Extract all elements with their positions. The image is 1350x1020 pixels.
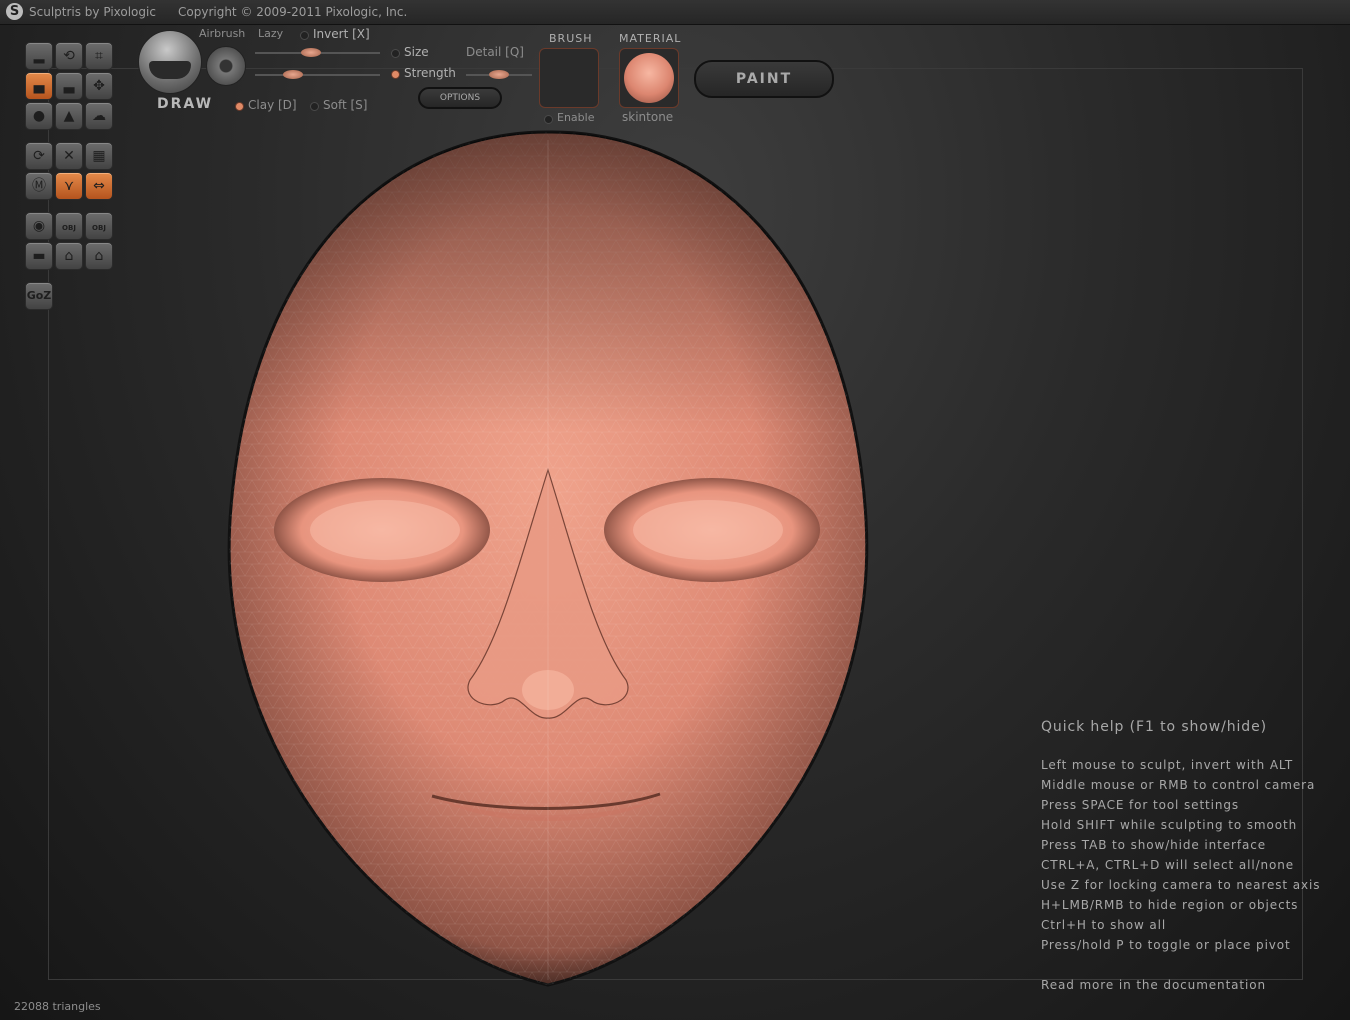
brush-swatch[interactable] <box>539 48 599 108</box>
airbrush-label: Airbrush <box>199 27 246 40</box>
material-header: MATERIAL <box>619 32 682 45</box>
reduce-tool[interactable]: ⟳ <box>25 142 53 170</box>
quick-help-line: Ctrl+H to show all <box>1041 918 1167 932</box>
material-name: skintone <box>622 110 674 124</box>
options-button[interactable]: OPTIONS <box>418 87 502 109</box>
mirror-toggle[interactable]: ⇔ <box>85 172 113 200</box>
tool-name: DRAW <box>157 96 214 112</box>
triangle-count: 22088 triangles <box>14 1000 101 1013</box>
invert-radio[interactable] <box>300 31 309 40</box>
quick-help-line: H+LMB/RMB to hide region or objects <box>1041 898 1299 912</box>
detail-slider-knob[interactable] <box>489 70 509 79</box>
size-radio[interactable] <box>391 49 400 58</box>
size-label[interactable]: Size <box>404 45 429 59</box>
quick-help-line: Hold SHIFT while sculpting to smooth <box>1041 818 1298 832</box>
strength-slider-knob[interactable] <box>282 70 303 79</box>
paint-button[interactable]: PAINT <box>694 60 834 98</box>
mask-tool[interactable]: ✕ <box>55 142 83 170</box>
clay-radio[interactable] <box>235 102 244 111</box>
smooth-tool[interactable]: ☁ <box>85 102 113 130</box>
rotate-tool[interactable]: ⟲ <box>55 42 83 70</box>
goz-button[interactable]: GoZ <box>25 282 53 310</box>
inflate-tool[interactable]: ▃ <box>55 72 83 100</box>
grab-tool[interactable]: ● <box>25 102 53 130</box>
material-sphere-icon <box>624 53 674 103</box>
airbrush-toggle-icon[interactable] <box>206 46 246 86</box>
flatten-tool[interactable]: ▂ <box>25 42 53 70</box>
detail-label[interactable]: Detail [Q] <box>466 45 524 59</box>
soft-radio[interactable] <box>310 102 319 111</box>
quick-help-line: Use Z for locking camera to nearest axis <box>1041 878 1321 892</box>
new-plane-button[interactable]: ▬ <box>25 242 53 270</box>
soft-label[interactable]: Soft [S] <box>323 98 367 112</box>
draw-tool[interactable]: ▄ <box>25 72 53 100</box>
quick-help-line: Press TAB to show/hide interface <box>1041 838 1267 852</box>
quick-help-title: Quick help (F1 to show/hide) <box>1041 719 1267 735</box>
export-obj-button[interactable]: OBJ <box>85 212 113 240</box>
symmetry-toggle[interactable]: ⋎ <box>55 172 83 200</box>
brush-enable-radio[interactable] <box>544 115 553 124</box>
quick-help-line: Press SPACE for tool settings <box>1041 798 1240 812</box>
quick-help-line: CTRL+A, CTRL+D will select all/none <box>1041 858 1295 872</box>
quick-help-line: Middle mouse or RMB to control camera <box>1041 778 1316 792</box>
new-sphere-button[interactable]: ◉ <box>25 212 53 240</box>
brush-header: BRUSH <box>549 32 593 45</box>
pinch-tool[interactable]: ✥ <box>85 72 113 100</box>
strength-radio[interactable] <box>391 70 400 79</box>
crop-tool[interactable]: ⌗ <box>85 42 113 70</box>
draw-brush-icon[interactable] <box>138 30 202 94</box>
strength-slider-track[interactable] <box>255 74 380 76</box>
open-file-button[interactable]: ⌂ <box>55 242 83 270</box>
save-file-button[interactable]: ⌂ <box>85 242 113 270</box>
lazy-label: Lazy <box>258 27 284 40</box>
quick-help-line: Press/hold P to toggle or place pivot <box>1041 938 1291 952</box>
head-mesh <box>227 130 869 987</box>
brush-enable-label[interactable]: Enable <box>557 111 594 124</box>
strength-label[interactable]: Strength <box>404 66 456 80</box>
material-mode-icon[interactable]: Ⓜ <box>25 172 53 200</box>
documentation-link[interactable]: Read more in the documentation <box>1041 978 1266 992</box>
wireframe-toggle[interactable]: ▦ <box>85 142 113 170</box>
quick-help-line: Left mouse to sculpt, invert with ALT <box>1041 758 1294 772</box>
invert-label[interactable]: Invert [X] <box>313 27 370 41</box>
material-swatch[interactable] <box>619 48 679 108</box>
clay-label[interactable]: Clay [D] <box>248 98 297 112</box>
import-obj-button[interactable]: OBJ <box>55 212 83 240</box>
scale-tool[interactable]: ▲ <box>55 102 83 130</box>
